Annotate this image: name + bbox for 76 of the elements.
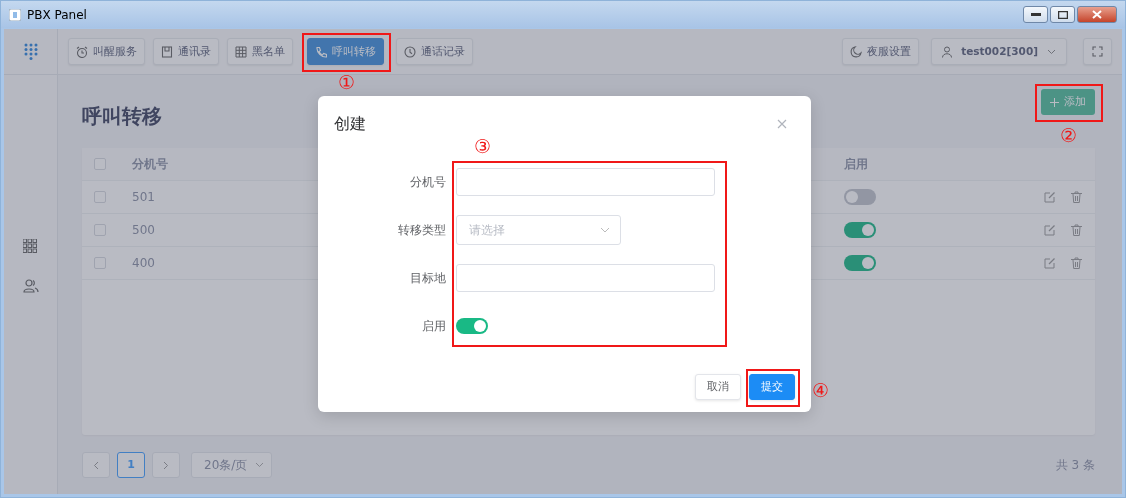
input-field[interactable] [456,264,715,292]
edit-icon[interactable] [1044,191,1056,203]
clock-icon [404,45,416,58]
nav-tab[interactable]: 叫醒服务 [68,38,145,65]
page-size-select[interactable]: 20条/页 [191,452,272,478]
moon-icon [850,45,863,58]
plus-icon [1050,97,1059,107]
book-icon [161,45,173,58]
add-button[interactable]: 添加 [1041,89,1095,115]
caret-icon [600,227,610,233]
chevron-left-icon [93,460,99,470]
field-label: 分机号 [409,174,447,191]
grid-icon[interactable] [22,238,37,253]
column-header: 分机号 [132,157,168,171]
submit-button[interactable]: 提交 [749,374,795,400]
annotation-box [746,369,800,407]
page-title: 呼叫转移 [82,103,162,130]
nav-tab[interactable]: 呼叫转移 [307,38,384,65]
trash-icon[interactable] [1071,224,1082,236]
keypad-icon[interactable] [23,42,38,61]
edit-icon[interactable] [1044,224,1056,236]
maximize-button[interactable] [1050,6,1075,23]
annotation-box [1035,84,1103,122]
trash-icon[interactable] [1071,257,1082,269]
dialog-title: 创建 [334,113,366,135]
annotation-number: ③ [474,137,491,156]
previous-page-button[interactable] [82,452,110,478]
annotation-number: ④ [812,381,829,400]
trash-icon[interactable] [1071,191,1082,203]
caret-icon [1047,48,1056,55]
app-icon [9,8,21,21]
edit-icon[interactable] [1044,257,1056,269]
table-cell: 400 [132,256,155,270]
page-button[interactable]: 1 [117,452,145,478]
grid-icon [235,45,247,58]
checkbox[interactable] [94,257,106,269]
alarm-icon [76,45,88,58]
user-menu[interactable]: test002[300] [931,38,1067,65]
next-page-button[interactable] [152,452,180,478]
toggle-switch[interactable] [456,318,488,334]
user-icon [942,45,953,58]
night-settings-button[interactable]: 夜服设置 [842,38,920,65]
checkbox[interactable] [94,191,106,203]
toggle-switch[interactable] [844,189,876,205]
minimize-icon [1030,12,1041,17]
table-cell: 501 [132,190,155,204]
close-icon [1092,10,1102,19]
field-label: 转移类型 [397,222,447,239]
total-count: 共 3 条 [1055,457,1095,474]
nav-tab[interactable]: 通讯录 [153,38,219,65]
annotation-number: ② [1060,126,1077,145]
phone-icon [315,45,327,58]
annotation-number: ① [337,73,355,92]
window-title: PBX Panel [27,6,87,24]
toggle-switch[interactable] [844,222,876,238]
column-header: 启用 [844,156,868,173]
nav-tab[interactable]: 黑名单 [227,38,293,65]
chevron-right-icon [163,460,169,470]
close-button[interactable] [1077,6,1117,23]
close-icon[interactable] [777,119,787,129]
nav-tab[interactable]: 通话记录 [396,38,473,65]
fullscreen-icon [1092,46,1103,57]
checkbox[interactable] [94,158,106,170]
caret-icon [255,462,264,468]
checkbox[interactable] [94,224,106,236]
cancel-button[interactable]: 取消 [695,374,741,400]
maximize-icon [1057,10,1068,19]
table-cell: 500 [132,223,155,237]
toggle-switch[interactable] [844,255,876,271]
field-label: 启用 [421,318,447,335]
input-field[interactable] [456,168,715,196]
field-label: 目标地 [409,270,447,287]
fullscreen-button[interactable] [1083,38,1112,65]
minimize-button[interactable] [1023,6,1048,23]
select-field[interactable]: 请选择 [456,215,621,245]
users-icon[interactable] [22,278,39,293]
